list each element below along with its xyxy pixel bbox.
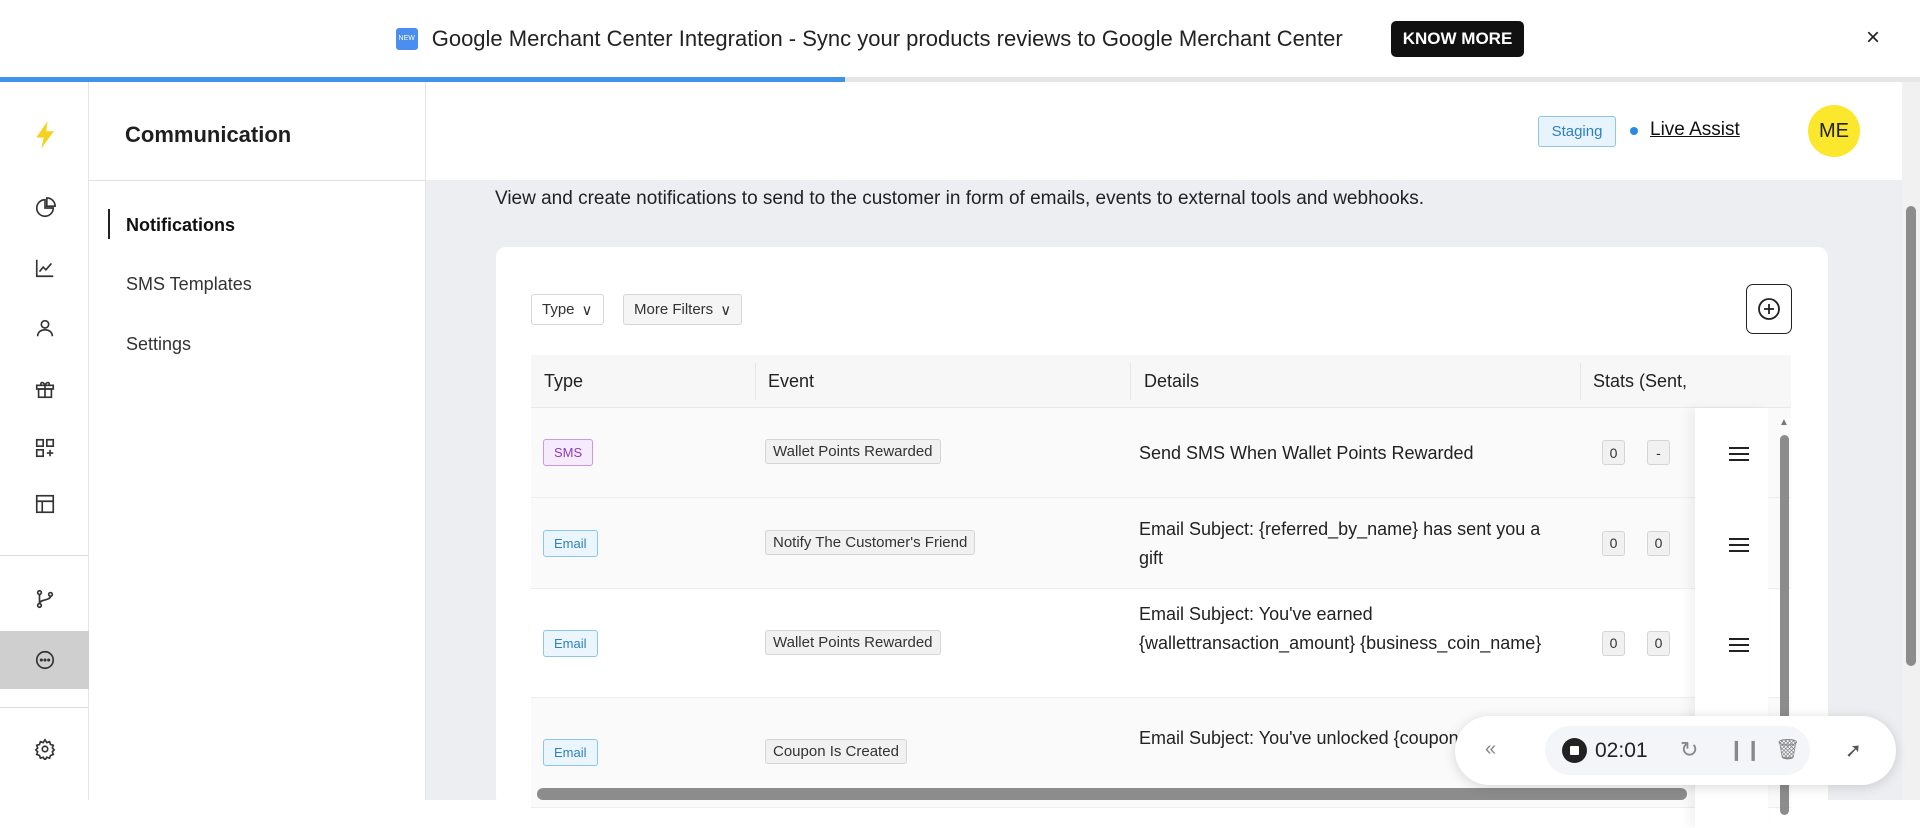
add-notification-button[interactable] [1746, 284, 1792, 334]
details-text: Email Subject: {referred_by_name} has se… [1139, 518, 1541, 568]
chevron-down-icon: ∨ [581, 301, 593, 319]
divider [89, 180, 426, 181]
communication-icon[interactable] [0, 631, 89, 689]
column-type[interactable]: Type [544, 371, 583, 392]
stat-value: 0 [1647, 530, 1670, 556]
rewards-gift-icon[interactable] [0, 369, 89, 409]
stat-value: 0 [1602, 530, 1625, 556]
know-more-button[interactable]: KNOW MORE [1390, 20, 1525, 57]
screen-recorder-widget: « 02:01 ↻ ❙❙ 🗑 ➚ [1455, 716, 1896, 785]
stat-value: 0 [1602, 440, 1625, 465]
column-divider [1130, 363, 1131, 400]
row-menu-icon[interactable] [1729, 634, 1749, 656]
column-details[interactable]: Details [1144, 371, 1199, 392]
settings-gear-icon[interactable] [0, 729, 89, 769]
type-badge: Email [543, 739, 598, 766]
live-assist-link[interactable]: Live Assist [1650, 119, 1740, 141]
sidebar-item-settings[interactable]: Settings [126, 334, 191, 355]
details-text: Email Subject: You've earned {wallettran… [1139, 604, 1542, 653]
plus-circle-icon [1758, 298, 1780, 320]
type-filter-label: Type [542, 301, 575, 318]
pause-icon[interactable]: ❙❙ [1728, 737, 1762, 762]
trend-chart-icon[interactable] [0, 248, 89, 288]
column-divider [755, 363, 756, 400]
table-header: Type Event Details Stats (Sent, [531, 355, 1791, 408]
type-badge: Email [543, 629, 598, 657]
table-row[interactable]: SMS Wallet Points Rewarded Send SMS When… [531, 408, 1791, 498]
event-tag: Wallet Points Rewarded [765, 629, 941, 655]
avatar[interactable]: ME [1808, 105, 1860, 157]
sidebar-item-sms-templates[interactable]: SMS Templates [126, 274, 252, 295]
stat-value: 0 [1647, 630, 1670, 656]
more-filters-label: More Filters [634, 301, 714, 318]
env-badge: Staging [1538, 116, 1616, 147]
new-icon: NEW [395, 27, 418, 50]
stat-value: 0 [1602, 630, 1625, 656]
column-divider [1580, 363, 1581, 400]
customers-icon[interactable] [0, 308, 89, 348]
status-dot [1630, 127, 1638, 135]
more-filters-button[interactable]: More Filters ∨ [623, 294, 743, 325]
row-menu-icon[interactable] [1729, 443, 1749, 465]
icon-rail [0, 82, 89, 800]
details-text: Send SMS When Wallet Points Rewarded [1139, 442, 1474, 463]
column-event[interactable]: Event [768, 371, 814, 392]
analytics-pie-icon[interactable] [0, 188, 89, 228]
stop-icon[interactable] [1562, 738, 1587, 763]
table-row[interactable]: Email Notify The Customer's Friend Email… [531, 498, 1791, 589]
event-tag: Wallet Points Rewarded [765, 439, 941, 464]
collapse-icon[interactable]: « [1485, 738, 1496, 761]
restart-icon[interactable]: ↻ [1680, 737, 1698, 763]
chevron-down-icon: ∨ [720, 301, 732, 319]
pointer-icon[interactable]: ➚ [1845, 738, 1862, 763]
type-filter[interactable]: Type ∨ [531, 294, 604, 325]
layout-icon[interactable] [0, 484, 89, 524]
table-row[interactable]: Email Wallet Points Rewarded Email Subje… [531, 589, 1791, 698]
announcement-banner: NEW Google Merchant Center Integration -… [0, 0, 1920, 77]
recorder-controls: 02:01 ↻ ❙❙ 🗑 [1545, 726, 1810, 775]
sidebar-item-notifications[interactable]: Notifications [107, 209, 235, 239]
column-stats[interactable]: Stats (Sent, [1593, 371, 1687, 392]
logo-bolt-icon[interactable] [0, 115, 89, 155]
banner-text: Google Merchant Center Integration - Syn… [431, 25, 1343, 51]
section-title: Communication [125, 122, 292, 147]
type-badge: SMS [543, 439, 594, 466]
rail-divider [0, 555, 89, 556]
type-badge: Email [543, 529, 598, 557]
stat-value: - [1647, 440, 1670, 465]
recording-time: 02:01 [1595, 739, 1648, 762]
page-scrollbar[interactable] [1902, 82, 1920, 800]
trash-icon[interactable]: 🗑 [1775, 737, 1800, 762]
integrations-branch-icon[interactable] [0, 579, 89, 619]
page-description: View and create notifications to send to… [495, 188, 1425, 209]
event-tag: Coupon Is Created [765, 739, 907, 764]
widgets-icon[interactable] [0, 428, 89, 468]
rail-divider [0, 707, 89, 708]
table-horizontal-scrollbar[interactable] [537, 788, 1687, 800]
sub-sidebar: Communication Notifications SMS Template… [89, 82, 426, 800]
close-icon[interactable]: × [1866, 24, 1880, 52]
event-tag: Notify The Customer's Friend [765, 529, 976, 555]
row-menu-icon[interactable] [1729, 534, 1749, 556]
